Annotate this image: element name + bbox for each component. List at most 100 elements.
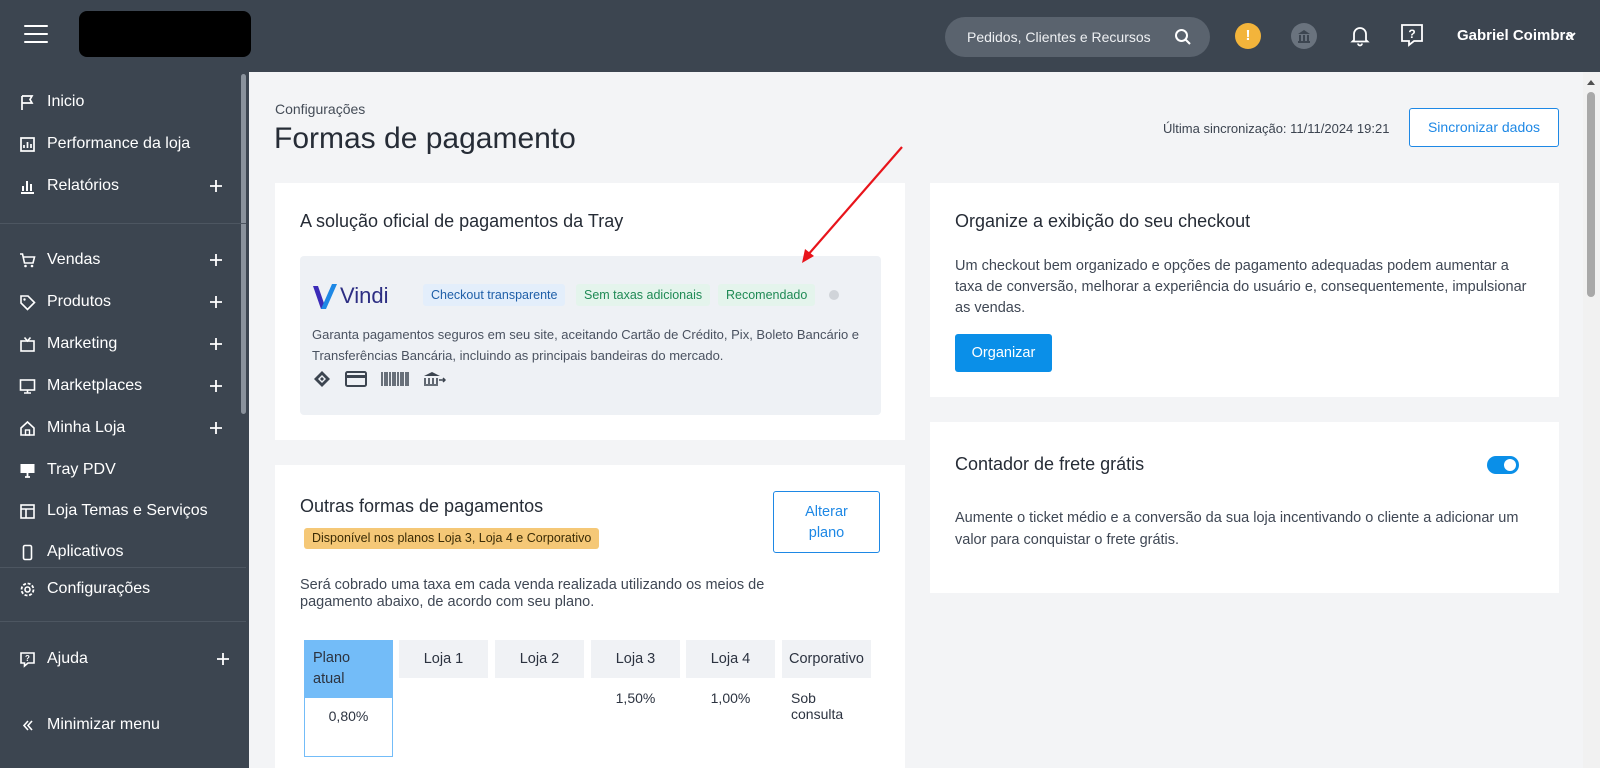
breadcrumb[interactable]: Configurações (275, 101, 365, 117)
plan-header: Loja 3 (591, 640, 680, 678)
toggle-knob (1504, 459, 1516, 471)
plans-availability-badge: Disponível nos planos Loja 3, Loja 4 e C… (304, 528, 600, 549)
svg-text:?: ? (1408, 27, 1415, 41)
vindi-logo-text: Vindi (340, 283, 389, 308)
help-chat-icon[interactable]: ? (1399, 22, 1425, 48)
sidebar-item-label: Marketing (47, 335, 118, 352)
sidebar-divider (0, 223, 246, 224)
sidebar-item-label: Ajuda (47, 650, 88, 667)
hamburger-menu-icon[interactable] (24, 25, 48, 45)
plan-fee: 1,50% (591, 678, 680, 768)
plus-icon[interactable] (209, 295, 223, 309)
other-payments-title: Outras formas de pagamentos (300, 496, 544, 516)
vindi-description: Garanta pagamentos seguros em seu site, … (312, 327, 860, 363)
top-bar: Pedidos, Clientes e Recursos ! ? Gabriel… (0, 0, 1600, 72)
barcode-icon (381, 372, 409, 386)
sidebar-item-marketplaces[interactable]: Marketplaces (0, 369, 246, 403)
sidebar-item-label: Performance da loja (47, 135, 191, 152)
sync-data-button[interactable]: Sincronizar dados (1409, 108, 1559, 147)
store-logo-redacted[interactable] (79, 11, 251, 57)
minimize-menu-button[interactable]: Minimizar menu (0, 708, 246, 742)
phone-icon (22, 544, 33, 560)
chart-board-icon (20, 136, 35, 152)
plan-header: Loja 4 (686, 640, 775, 678)
sidebar-divider (0, 567, 246, 568)
plan-column-loja3: Loja 3 1,50% (591, 640, 680, 768)
chevron-down-icon[interactable] (1565, 29, 1577, 41)
sidebar-item-label: Vendas (47, 251, 101, 268)
layout-icon (20, 503, 35, 519)
bar-chart-icon (21, 180, 34, 194)
plan-fee: 1,00% (686, 678, 775, 768)
sidebar-item-vendas[interactable]: Vendas (0, 243, 246, 277)
double-chevron-left-icon (22, 719, 33, 731)
help-icon: ? (20, 651, 35, 668)
sidebar-item-loja-temas[interactable]: Loja Temas e Serviços (0, 494, 246, 528)
tray-card-title: A solução oficial de pagamentos da Tray (300, 211, 624, 231)
chip-recomendado: Recomendado (718, 284, 816, 306)
sidebar-item-tray-pdv[interactable]: Tray PDV (0, 453, 246, 487)
plan-fee: Sob consulta (782, 678, 871, 768)
plan-column-loja4: Loja 4 1,00% (686, 640, 775, 768)
plus-icon[interactable] (209, 379, 223, 393)
bank-icon[interactable] (1291, 23, 1317, 49)
sidebar-item-label: Produtos (47, 293, 112, 310)
plus-icon[interactable] (209, 179, 223, 193)
sidebar-item-label: Minimizar menu (47, 716, 160, 733)
sidebar-item-performance[interactable]: Performance da loja (0, 127, 246, 161)
credit-card-icon (345, 371, 367, 387)
home-icon (20, 420, 35, 436)
search-icon[interactable] (1174, 28, 1192, 46)
sidebar: Inicio Performance da loja Relatórios Ve… (0, 72, 249, 768)
free-shipping-toggle[interactable] (1487, 456, 1519, 474)
flag-icon (21, 94, 34, 110)
sidebar-item-ajuda[interactable]: ? Ajuda (0, 642, 246, 676)
plus-icon[interactable] (216, 652, 230, 666)
vindi-option[interactable]: Vindi Checkout transparente Sem taxas ad… (300, 256, 881, 415)
free-shipping-text: Aumente o ticket médio e a conversão da … (955, 510, 1519, 548)
alert-icon[interactable]: ! (1235, 23, 1261, 49)
radio-indicator[interactable] (829, 290, 839, 300)
sidebar-item-inicio[interactable]: Inicio (0, 85, 246, 119)
sidebar-item-relatorios[interactable]: Relatórios (0, 169, 246, 203)
sidebar-item-minha-loja[interactable]: Minha Loja (0, 411, 246, 445)
global-search[interactable]: Pedidos, Clientes e Recursos (945, 17, 1210, 57)
scrollbar-thumb[interactable] (1587, 92, 1595, 297)
plus-icon[interactable] (209, 337, 223, 351)
change-plan-button[interactable]: Alterar plano (773, 491, 880, 553)
page-scrollbar[interactable] (1583, 72, 1600, 768)
plus-icon[interactable] (209, 421, 223, 435)
sidebar-item-marketing[interactable]: Marketing (0, 327, 246, 361)
plan-column-corporativo: Corporativo Sob consulta (782, 640, 871, 768)
search-input[interactable]: Pedidos, Clientes e Recursos (967, 29, 1151, 45)
sidebar-divider (0, 621, 246, 622)
cart-icon (20, 252, 36, 267)
sidebar-item-aplicativos[interactable]: Aplicativos (0, 535, 246, 569)
sidebar-item-configuracoes[interactable]: Configurações (0, 572, 246, 606)
monitor-icon (19, 378, 36, 394)
sidebar-item-label: Aplicativos (47, 543, 124, 560)
plan-header: Loja 2 (495, 640, 584, 678)
sidebar-item-label: Inicio (47, 93, 85, 110)
sidebar-item-label: Marketplaces (47, 377, 143, 394)
organize-button[interactable]: Organizar (955, 334, 1052, 372)
tv-icon (20, 336, 35, 352)
bank-transfer-icon (424, 372, 446, 386)
page-title: Formas de pagamento (274, 122, 576, 155)
fee-description: Será cobrado uma taxa em cada venda real… (300, 577, 765, 610)
scroll-up-arrow-icon[interactable] (1587, 80, 1595, 85)
sidebar-item-label: Relatórios (47, 177, 120, 194)
plan-header: Corporativo (782, 640, 871, 678)
chip-sem-taxas: Sem taxas adicionais (576, 284, 711, 306)
user-menu[interactable]: Gabriel Coimbra (1457, 27, 1574, 44)
tag-icon (20, 294, 36, 311)
plan-header: Plano atual (304, 640, 393, 697)
change-plan-label-line2: plano (808, 525, 845, 541)
bell-icon[interactable] (1348, 23, 1372, 47)
change-plan-label-line1: Alterar (805, 504, 848, 520)
sidebar-item-produtos[interactable]: Produtos (0, 285, 246, 319)
plan-fee (495, 678, 584, 768)
payment-method-icons (312, 370, 446, 388)
plan-header: Loja 1 (399, 640, 488, 678)
plus-icon[interactable] (209, 253, 223, 267)
